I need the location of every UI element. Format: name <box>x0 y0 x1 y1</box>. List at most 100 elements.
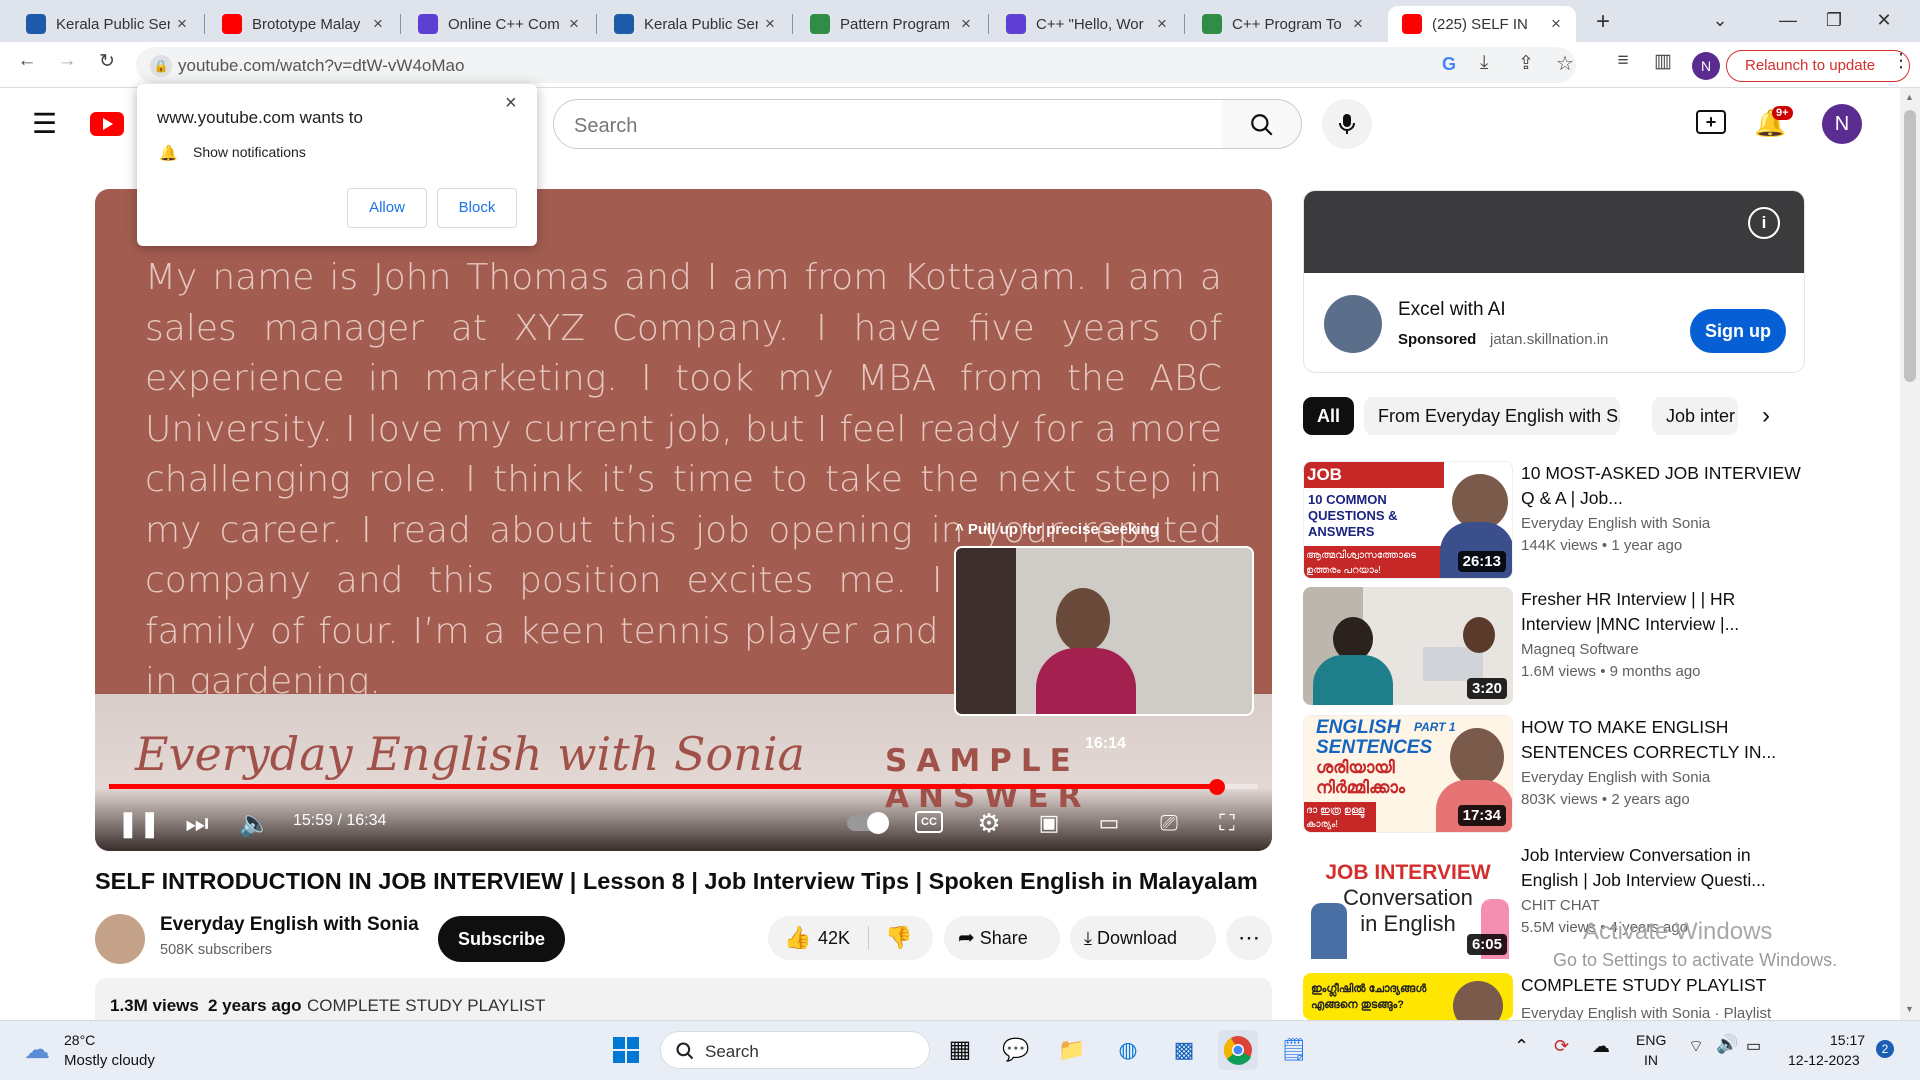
tab-close-icon[interactable]: × <box>758 14 782 34</box>
tab-search-icon[interactable]: ⌄ <box>1700 6 1740 34</box>
bookmark-star-icon[interactable]: ☆ <box>1556 51 1574 76</box>
maximize-icon[interactable]: ❐ <box>1814 6 1854 34</box>
rec-title-3[interactable]: HOW TO MAKE ENGLISH SENTENCES CORRECTLY … <box>1521 715 1801 765</box>
new-tab-button[interactable]: + <box>1596 8 1610 36</box>
thumbnail-5[interactable]: ഇംഗ്ലീഷിൽ ചോദ്യങ്ങൾ എങ്ങനെ തുടങ്ങും? <box>1303 973 1513 1020</box>
thumbnail-3[interactable]: ENGLISH SENTENCES PART 1 ശരിയായി നിർമ്മി… <box>1303 715 1513 833</box>
weather-desc[interactable]: Mostly cloudy <box>64 1052 155 1069</box>
media-control-icon[interactable]: ≡ <box>1608 50 1638 72</box>
speaker-icon[interactable]: 🔊 <box>1716 1034 1738 1055</box>
search-input[interactable]: Search <box>553 99 1223 149</box>
tab-close-icon[interactable]: × <box>954 14 978 34</box>
browser-tab-3[interactable]: Online C++ Com × <box>404 6 594 42</box>
dislike-icon[interactable]: 👎 <box>885 916 912 960</box>
miniplayer-icon[interactable]: ▣ <box>1029 803 1069 843</box>
tab-close-icon[interactable]: × <box>1150 14 1174 34</box>
scroll-up-icon[interactable]: ▲ <box>1905 92 1914 102</box>
youtube-logo[interactable] <box>90 112 124 136</box>
chip-all[interactable]: All <box>1303 397 1355 435</box>
rec-channel-2[interactable]: Magneq Software <box>1521 641 1639 658</box>
edge-browser-icon[interactable]: ◍ <box>1108 1030 1148 1070</box>
sponsored-ad-card[interactable]: i Excel with AI Sponsored jatan.skillnat… <box>1303 190 1805 373</box>
tab-close-icon[interactable]: × <box>1346 14 1370 34</box>
rec-channel-3[interactable]: Everyday English with Sonia <box>1521 769 1710 786</box>
weather-cloud-icon[interactable]: ☁ <box>24 1034 50 1065</box>
weather-temp[interactable]: 28°C <box>64 1032 95 1048</box>
progress-bar[interactable] <box>109 779 1258 795</box>
rec-channel-4[interactable]: CHIT CHAT <box>1521 897 1600 914</box>
block-button[interactable]: Block <box>437 188 517 228</box>
search-button[interactable] <box>1222 99 1302 149</box>
language-primary[interactable]: ENG <box>1636 1032 1666 1048</box>
microsoft-store-icon[interactable]: ▩ <box>1164 1030 1204 1070</box>
volume-icon[interactable]: 🔈 <box>235 803 275 843</box>
task-view-icon[interactable]: ▦ <box>940 1030 980 1070</box>
sign-up-button[interactable]: Sign up <box>1690 309 1786 353</box>
recommendation-5[interactable]: ഇംഗ്ലീഷിൽ ചോദ്യങ്ങൾ എങ്ങനെ തുടങ്ങും? COM… <box>1303 973 1805 1020</box>
share-button[interactable]: ➦ Share <box>944 916 1060 960</box>
thumbnail-4[interactable]: JOB INTERVIEW Conversation in English 6:… <box>1303 843 1513 961</box>
chip-from-channel[interactable]: From Everyday English with S... <box>1364 397 1620 435</box>
browser-tab-4[interactable]: Kerala Public Ser × <box>600 6 790 42</box>
side-panel-icon[interactable]: ▥ <box>1648 50 1678 73</box>
scroll-down-icon[interactable]: ▼ <box>1905 1004 1914 1014</box>
relaunch-button[interactable]: Relaunch to update <box>1726 50 1910 82</box>
chrome-taskbar-icon[interactable] <box>1218 1030 1258 1070</box>
tab-close-icon[interactable]: × <box>562 14 586 34</box>
battery-icon[interactable]: ▭ <box>1746 1036 1761 1056</box>
browser-tab-6[interactable]: C++ "Hello, Wor × <box>992 6 1182 42</box>
profile-avatar[interactable]: N <box>1692 52 1720 80</box>
rec-title-1[interactable]: 10 MOST-ASKED JOB INTERVIEW Q & A | Job.… <box>1521 461 1801 511</box>
browser-tab-7[interactable]: C++ Program To × <box>1188 6 1378 42</box>
chips-next-icon[interactable]: › <box>1762 402 1770 430</box>
channel-name[interactable]: Everyday English with Sonia <box>160 914 419 936</box>
file-explorer-icon[interactable]: 📁 <box>1052 1030 1092 1070</box>
recommendation-2[interactable]: 3:20 Fresher HR Interview | | HR Intervi… <box>1303 587 1805 707</box>
wifi-icon[interactable]: ⌔ <box>1688 1036 1704 1057</box>
popup-close-icon[interactable]: × <box>505 92 517 115</box>
minimize-icon[interactable]: — <box>1768 6 1808 34</box>
subscribe-button[interactable]: Subscribe <box>438 916 566 962</box>
rec-channel-5[interactable]: Everyday English with Sonia · Playlist <box>1521 1005 1771 1020</box>
pause-button[interactable]: ❚❚ <box>117 803 161 843</box>
thumbnail-1[interactable]: JOB INTERVIEW: 10 COMMON QUESTIONS & ANS… <box>1303 461 1513 579</box>
theater-mode-icon[interactable]: ▭ <box>1089 803 1129 843</box>
channel-avatar[interactable] <box>95 914 145 964</box>
voice-search-button[interactable] <box>1322 99 1372 149</box>
like-count[interactable]: 42K <box>818 916 850 960</box>
language-region[interactable]: IN <box>1644 1052 1658 1068</box>
notepad-icon[interactable]: 🗒 <box>1274 1030 1314 1070</box>
address-bar[interactable]: 🔒 youtube.com/watch?v=dtW-vW4oMao G ⤓ ⇪ … <box>136 47 1576 83</box>
description-box[interactable]: 1.3M views 2 years ago COMPLETE STUDY PL… <box>95 978 1272 1020</box>
sync-icon[interactable]: ⟳ <box>1554 1036 1569 1057</box>
forward-icon[interactable]: → <box>52 50 82 72</box>
browser-tab-2[interactable]: Brototype Malay × <box>208 6 398 42</box>
hamburger-menu-icon[interactable]: ☰ <box>32 110 57 138</box>
close-window-icon[interactable]: ✕ <box>1864 6 1904 34</box>
share-page-icon[interactable]: ⇪ <box>1518 52 1534 75</box>
start-windows-icon[interactable] <box>606 1030 646 1070</box>
back-icon[interactable]: ← <box>12 50 42 72</box>
chip-job-interview[interactable]: Job inter <box>1652 397 1738 435</box>
recommendation-1[interactable]: JOB INTERVIEW: 10 COMMON QUESTIONS & ANS… <box>1303 461 1805 581</box>
autoplay-toggle[interactable] <box>847 812 889 834</box>
rec-title-5[interactable]: COMPLETE STUDY PLAYLIST <box>1521 973 1801 998</box>
browser-tab-5[interactable]: Pattern Program × <box>796 6 986 42</box>
tray-overflow-icon[interactable]: ⌃ <box>1514 1036 1529 1057</box>
browser-tab-1[interactable]: Kerala Public Ser × <box>12 6 202 42</box>
install-icon[interactable]: ⤓ <box>1480 52 1488 74</box>
tab-close-icon[interactable]: × <box>366 14 390 34</box>
lock-icon[interactable]: 🔒 <box>150 55 172 77</box>
cast-icon[interactable]: ⎚ <box>1149 803 1189 843</box>
browser-tab-8[interactable]: (225) SELF IN × <box>1388 6 1576 42</box>
notification-center-badge[interactable]: 2 <box>1876 1040 1894 1058</box>
ad-info-icon[interactable]: i <box>1748 207 1780 239</box>
more-actions-icon[interactable]: ⋯ <box>1226 916 1272 960</box>
clock-time[interactable]: 15:17 <box>1830 1032 1865 1048</box>
video-player[interactable]: My name is John Thomas and I am from Kot… <box>95 189 1272 851</box>
taskbar-search[interactable]: Search <box>660 1031 930 1069</box>
google-lens-icon[interactable]: G <box>1442 54 1456 75</box>
fullscreen-icon[interactable]: ⛶ <box>1207 803 1247 843</box>
clock-date[interactable]: 12-12-2023 <box>1788 1052 1860 1068</box>
next-button[interactable]: ⏭ <box>177 803 217 843</box>
